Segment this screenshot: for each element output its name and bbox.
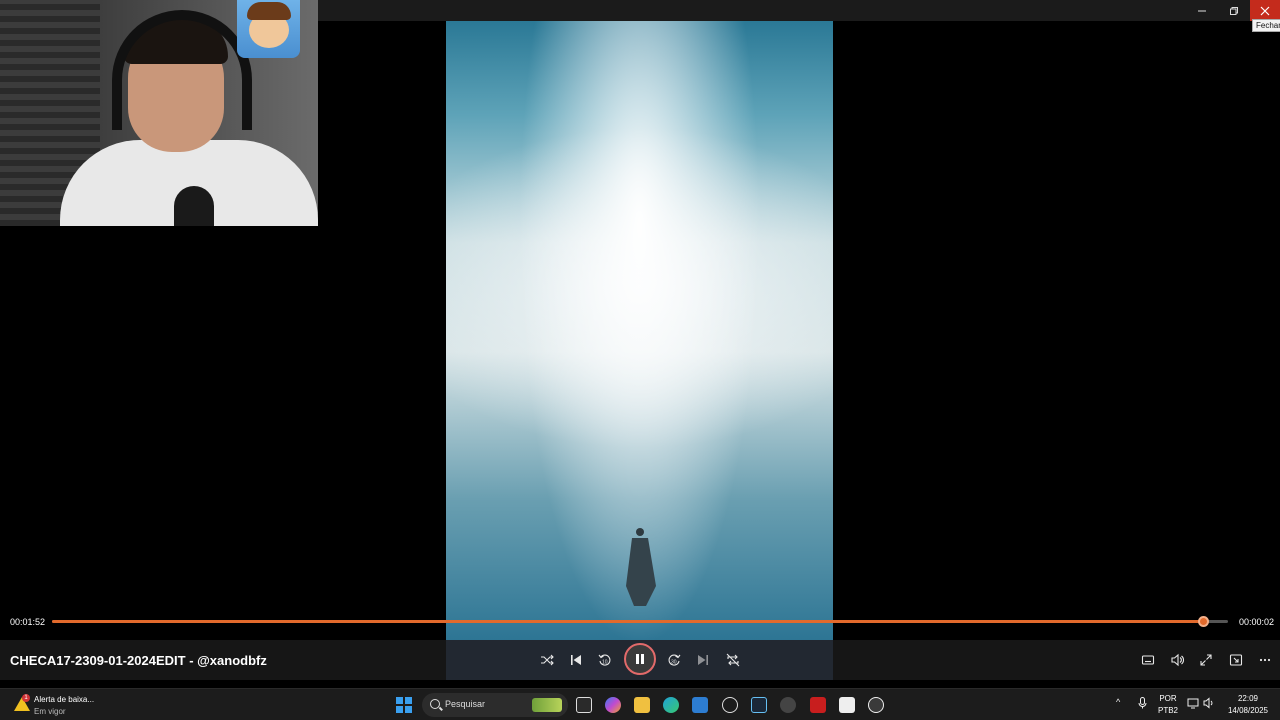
keyboard-layout: PTB2 — [1157, 706, 1178, 715]
next-button[interactable] — [691, 648, 715, 672]
previous-icon — [571, 655, 581, 665]
pause-button[interactable] — [624, 643, 656, 675]
media-player-taskbar-icon[interactable] — [868, 697, 884, 713]
taskbar-search[interactable]: Pesquisar — [422, 693, 568, 717]
weather-alert-widget[interactable]: 1 Alerta de baixa... Em vigor — [10, 693, 130, 719]
shuffle-icon — [541, 654, 554, 666]
seek-thumb[interactable] — [1198, 616, 1209, 627]
speaker-tray-icon[interactable] — [1203, 697, 1215, 709]
close-icon — [1260, 6, 1270, 15]
seek-progress — [52, 620, 1203, 623]
svg-text:10: 10 — [602, 660, 608, 666]
captions-icon — [1141, 655, 1155, 665]
file-explorer-icon[interactable] — [634, 697, 650, 713]
cartoon-avatar-sticker — [237, 0, 300, 58]
svg-text:30: 30 — [671, 660, 677, 666]
microphone-tray-icon[interactable] — [1138, 697, 1147, 709]
video-frame[interactable] — [446, 0, 833, 640]
control-bar: CHECA17-2309-01-2024EDIT - @xanodbfz 10 … — [0, 640, 1280, 680]
close-button[interactable] — [1250, 0, 1280, 21]
rewind-10-button[interactable]: 10 — [593, 648, 617, 672]
network-icon[interactable] — [1187, 697, 1199, 709]
search-placeholder: Pesquisar — [445, 699, 486, 709]
lightning-app-icon[interactable] — [810, 697, 826, 713]
fullscreen-button[interactable] — [1194, 648, 1218, 672]
rewind-10-icon: 10 — [598, 654, 611, 666]
volume-button[interactable] — [1165, 648, 1189, 672]
next-icon — [698, 655, 708, 665]
headset-icon — [112, 10, 252, 130]
seek-bar-row: 00:01:52 00:00:02 — [0, 611, 1280, 633]
forward-30-icon: 30 — [668, 654, 681, 666]
more-options-button[interactable] — [1253, 648, 1277, 672]
minimize-button[interactable] — [1186, 0, 1218, 21]
taskbar-clock[interactable]: 22:09 14/08/2025 — [1220, 693, 1276, 717]
webcam-overlay — [0, 0, 318, 226]
clock-date: 14/08/2025 — [1227, 706, 1269, 715]
mini-player-button[interactable] — [1224, 648, 1248, 672]
repeat-button[interactable] — [721, 648, 745, 672]
repeat-off-icon — [726, 653, 740, 667]
steam-icon[interactable] — [751, 697, 767, 713]
volume-icon — [1171, 653, 1184, 667]
photos-icon[interactable] — [692, 697, 708, 713]
notepad-icon[interactable] — [839, 697, 855, 713]
silhouette-figure — [626, 528, 656, 606]
alert-title: Alerta de baixa... — [34, 695, 95, 704]
clock-app-icon[interactable] — [722, 697, 738, 713]
notification-badge: 1 — [22, 694, 30, 702]
forward-30-button[interactable]: 30 — [662, 648, 686, 672]
start-button[interactable] — [396, 697, 412, 713]
language-indicator[interactable]: POR PTB2 — [1156, 693, 1180, 717]
fan-app-icon[interactable] — [780, 697, 796, 713]
search-highlight-icon — [532, 698, 562, 712]
seek-track[interactable] — [52, 616, 1228, 627]
elapsed-time: 00:01:52 — [10, 617, 46, 627]
cartoon-hair — [247, 2, 291, 20]
restore-button[interactable] — [1218, 0, 1250, 21]
remaining-time: 00:00:02 — [1239, 617, 1275, 627]
shuffle-button[interactable] — [535, 648, 559, 672]
language-code: POR — [1159, 694, 1177, 703]
mini-player-icon — [1229, 654, 1243, 666]
pause-icon — [636, 654, 644, 664]
copilot-icon[interactable] — [605, 697, 621, 713]
media-player-window: Fechar 00:01:52 00:00:02 CHECA17-2309-01… — [0, 0, 1280, 720]
captions-button[interactable] — [1136, 648, 1160, 672]
clock-time: 22:09 — [1237, 694, 1259, 703]
edge-browser-icon[interactable] — [663, 697, 679, 713]
minimize-icon — [1198, 10, 1206, 11]
more-icon — [1259, 658, 1271, 662]
close-tooltip: Fechar — [1252, 19, 1280, 32]
media-title: CHECA17-2309-01-2024EDIT - @xanodbfz — [10, 653, 267, 668]
restore-icon — [1230, 6, 1238, 15]
search-icon — [430, 699, 440, 709]
microphone-icon — [174, 186, 214, 226]
alert-subtitle: Em vigor — [34, 707, 66, 716]
task-view-icon[interactable] — [576, 697, 592, 713]
windows-logo-icon — [396, 697, 403, 704]
windows-taskbar: 1 Alerta de baixa... Em vigor Pesquisar … — [0, 688, 1280, 720]
fullscreen-icon — [1200, 654, 1212, 666]
chevron-up-icon[interactable]: ^ — [1116, 697, 1120, 707]
previous-button[interactable] — [564, 648, 588, 672]
